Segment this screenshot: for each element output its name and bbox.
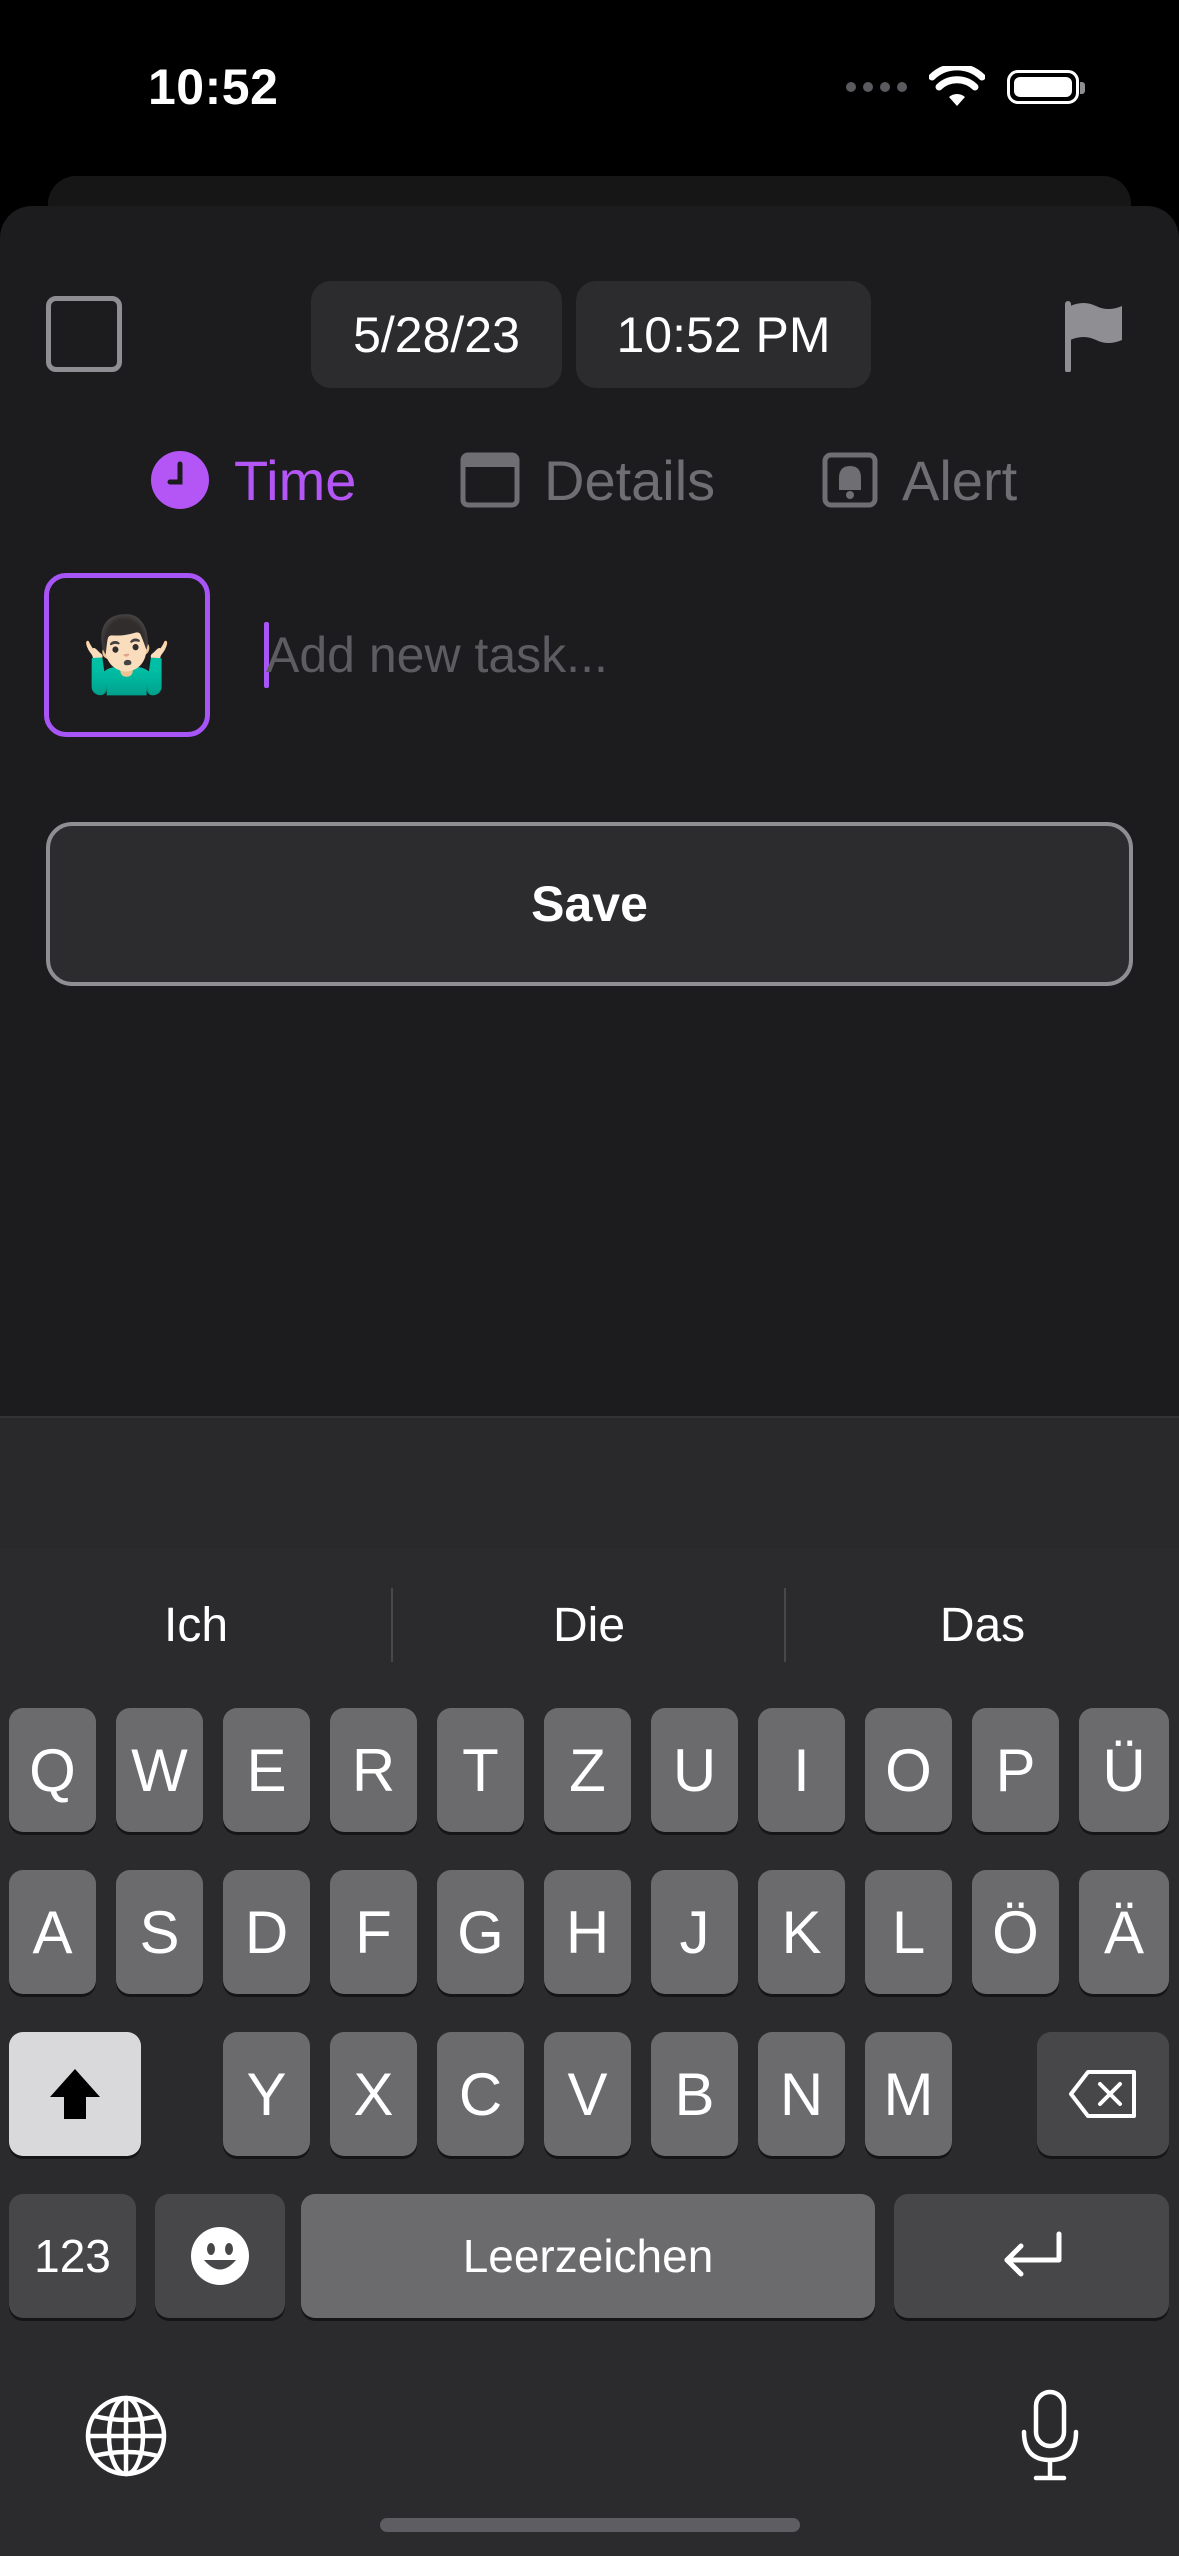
suggestion-3[interactable]: Das [786,1570,1179,1680]
delete-key[interactable] [1037,2032,1169,2156]
key-l[interactable]: L [865,1870,952,1994]
option-tabs: Time Details Alert [0,440,1179,520]
globe-icon[interactable] [84,2394,168,2478]
home-indicator [380,2518,800,2532]
suggestion-2[interactable]: Die [393,1570,785,1680]
key-q[interactable]: Q [9,1708,96,1832]
key-z[interactable]: Z [544,1708,631,1832]
key-t[interactable]: T [437,1708,524,1832]
space-key[interactable]: Leerzeichen [301,2194,875,2318]
key-u-umlaut[interactable]: Ü [1079,1708,1169,1832]
task-title-input[interactable] [266,612,1126,698]
window-icon [460,452,520,508]
key-u[interactable]: U [651,1708,738,1832]
smiley-icon [191,2227,249,2285]
shift-key[interactable] [9,2032,141,2156]
key-x[interactable]: X [330,2032,417,2156]
key-a[interactable]: A [9,1870,96,1994]
suggestion-1[interactable]: Ich [0,1570,392,1680]
battery-icon [1007,70,1085,104]
key-p[interactable]: P [972,1708,1059,1832]
key-k[interactable]: K [758,1870,845,1994]
key-c[interactable]: C [437,2032,524,2156]
key-i[interactable]: I [758,1708,845,1832]
microphone-icon[interactable] [1016,2388,1084,2484]
tab-time[interactable]: Time [150,440,356,520]
status-icons [846,62,1085,112]
key-j[interactable]: J [651,1870,738,1994]
keyboard-accessory-bar [0,1416,1179,1550]
key-e[interactable]: E [223,1708,310,1832]
save-button[interactable]: Save [46,822,1133,986]
key-s[interactable]: S [116,1870,203,1994]
key-o[interactable]: O [865,1708,952,1832]
return-key[interactable] [894,2194,1169,2318]
new-task-sheet [0,206,1179,1416]
tab-alert-label: Alert [902,448,1018,512]
wifi-icon [929,66,985,106]
key-m[interactable]: M [865,2032,952,2156]
tab-alert[interactable]: Alert [822,440,1017,520]
flag-icon[interactable] [1062,300,1128,372]
clock-icon [151,451,209,509]
key-d[interactable]: D [223,1870,310,1994]
key-b[interactable]: B [651,2032,738,2156]
complete-checkbox[interactable] [46,296,122,372]
tab-details-label: Details [544,448,716,512]
task-emoji: 🤷🏻‍♂️ [80,612,174,696]
key-g[interactable]: G [437,1870,524,1994]
key-o-umlaut[interactable]: Ö [972,1870,1059,1994]
return-arrow-icon [1004,2231,1061,2277]
key-a-umlaut[interactable]: Ä [1079,1870,1169,1994]
tab-details[interactable]: Details [460,440,715,520]
backspace-icon [1069,2070,1136,2118]
key-h[interactable]: H [544,1870,631,1994]
status-time: 10:52 [148,59,279,115]
key-v[interactable]: V [544,2032,631,2156]
key-w[interactable]: W [116,1708,203,1832]
cellular-signal-icon [846,82,907,92]
emoji-picker-button[interactable]: 🤷🏻‍♂️ [44,573,210,737]
numbers-key[interactable]: 123 [9,2194,136,2318]
bell-icon [822,452,878,508]
shift-arrow-icon [50,2069,100,2119]
tab-time-label: Time [234,448,357,512]
date-picker-button[interactable]: 5/28/23 [311,281,562,388]
key-y[interactable]: Y [223,2032,310,2156]
emoji-key[interactable] [155,2194,285,2318]
key-n[interactable]: N [758,2032,845,2156]
key-r[interactable]: R [330,1708,417,1832]
key-f[interactable]: F [330,1870,417,1994]
time-picker-button[interactable]: 10:52 PM [576,281,871,388]
